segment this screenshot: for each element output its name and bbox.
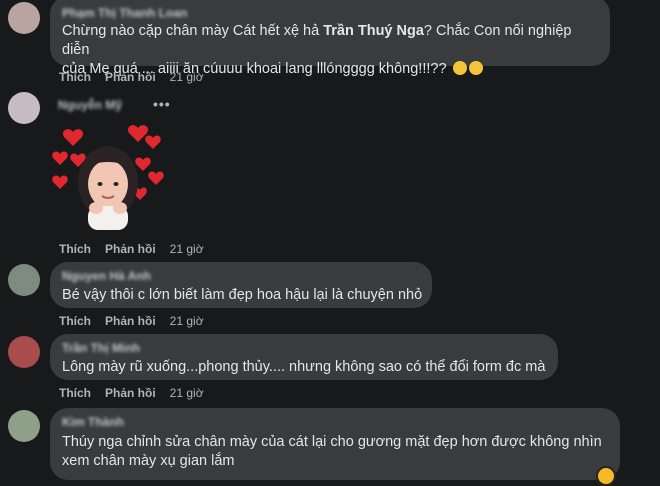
comment-actions: Thích Phản hồi 21 giờ [59,386,218,400]
comment-text: Thúy nga chỉnh sửa chân mày của cát lại … [62,433,612,471]
comment-text: Lông mày rũ xuống...phong thủy.... nhưng… [62,359,546,375]
comment-actions: Thích Phản hồi 21 giờ [59,314,218,328]
comment-author[interactable]: Nguyen Hà Anh [62,269,151,283]
like-button[interactable]: Thích [59,386,91,400]
commenter-avatar[interactable] [8,92,40,124]
commenter-avatar[interactable] [8,336,40,368]
comment-text-prefix: Chừng nào cặp chân mày Cát hết xệ hả [62,23,324,39]
commenter-avatar[interactable] [8,410,40,442]
heart-girl-sticker [52,125,164,230]
commenter-avatar[interactable] [8,2,40,34]
comment-author[interactable]: Nguyễn Mỹ [58,98,122,112]
reply-button[interactable]: Phản hồi [105,70,156,84]
comment-text-line2: xem chân mày xụ gian lắm [62,453,235,469]
reply-button[interactable]: Phản hồi [105,314,156,328]
laughing-emoji-icon [468,61,483,75]
comment-author[interactable]: Phạm Thị Thanh Loan [62,6,187,20]
mention-link[interactable]: Trần Thuý Nga [323,23,424,39]
more-options-icon[interactable]: ••• [153,96,171,112]
comment-actions: Thích Phản hồi 21 giờ [59,242,218,256]
like-button[interactable]: Thích [59,242,91,256]
comment-author[interactable]: Kim Thành [62,415,124,429]
comment-author[interactable]: Trần Thị Minh [62,341,140,355]
comment-text-line1: Thúy nga chỉnh sửa chân mày của cát lại … [62,434,602,450]
comment-timestamp[interactable]: 21 giờ [170,242,204,256]
laughing-emoji-icon [452,61,467,75]
like-button[interactable]: Thích [59,70,91,84]
like-button[interactable]: Thích [59,314,91,328]
comment-timestamp[interactable]: 21 giờ [170,314,204,328]
reaction-icon[interactable] [596,466,616,486]
reply-button[interactable]: Phản hồi [105,386,156,400]
reply-button[interactable]: Phản hồi [105,242,156,256]
comment-text: Bé vậy thôi c lớn biết làm đẹp hoa hậu l… [62,287,423,303]
comment-timestamp[interactable]: 21 giờ [170,386,204,400]
comment-actions: Thích Phản hồi 21 giờ [59,70,218,84]
commenter-avatar[interactable] [8,264,40,296]
comment-timestamp[interactable]: 21 giờ [170,70,204,84]
